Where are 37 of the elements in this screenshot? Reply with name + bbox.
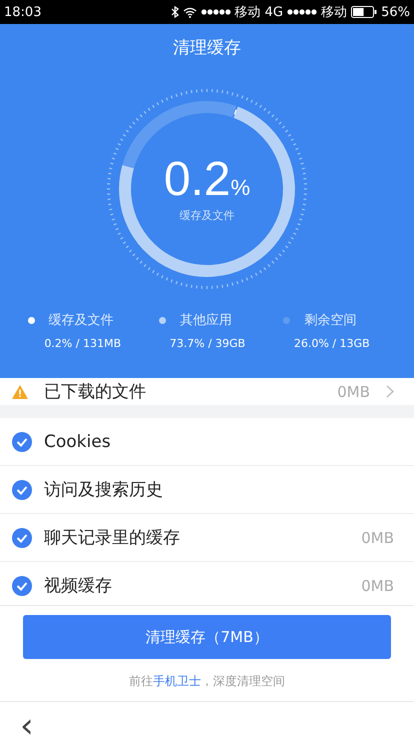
legend-value: 0.2% / 131MB <box>44 337 121 350</box>
item-label: Cookies <box>44 432 112 452</box>
legend-value: 26.0% / 13GB <box>294 337 370 350</box>
network-text: 4G <box>264 4 284 20</box>
carrier-text: 移动 <box>321 4 348 21</box>
checkbox[interactable] <box>12 576 32 596</box>
checkbox[interactable] <box>12 480 32 500</box>
item-label: 访问及搜索历史 <box>44 479 164 501</box>
legend-label: 剩余空间 <box>304 312 356 329</box>
battery-text: 56% <box>381 4 410 20</box>
page-title: 清理缓存 <box>173 37 241 59</box>
carrier-text: 移动 <box>234 4 261 21</box>
back-button[interactable]: ‹ <box>20 708 34 742</box>
signal-icon <box>287 9 318 15</box>
percent-unit: % <box>230 174 250 200</box>
wifi-icon <box>182 6 197 18</box>
checkbox[interactable] <box>12 528 32 548</box>
legend-label: 其他应用 <box>180 312 232 329</box>
warning-icon <box>12 384 28 398</box>
clean-button[interactable]: 清理缓存（7MB） <box>23 615 391 659</box>
bluetooth-icon <box>170 6 179 18</box>
item-label: 已下载的文件 <box>44 381 147 403</box>
guard-link[interactable]: 手机卫士 <box>153 674 201 688</box>
item-size: 0MB <box>361 576 394 594</box>
hint-text: 前往手机卫士，深度清理空间 <box>129 673 285 690</box>
item-label: 聊天记录里的缓存 <box>44 527 181 549</box>
signal-icon <box>200 9 231 15</box>
checkbox[interactable] <box>12 432 32 452</box>
legend-value: 73.7% / 39GB <box>170 337 246 350</box>
percent-value: 0.2 <box>164 152 231 206</box>
item-label: 视频缓存 <box>44 575 113 597</box>
gauge-caption: 缓存及文件 <box>180 208 234 222</box>
time-text: 18:03 <box>4 4 42 20</box>
legend-label: 缓存及文件 <box>48 312 114 329</box>
item-size: 0MB <box>337 382 370 400</box>
battery-icon <box>351 6 378 18</box>
item-size: 0MB <box>361 528 394 546</box>
